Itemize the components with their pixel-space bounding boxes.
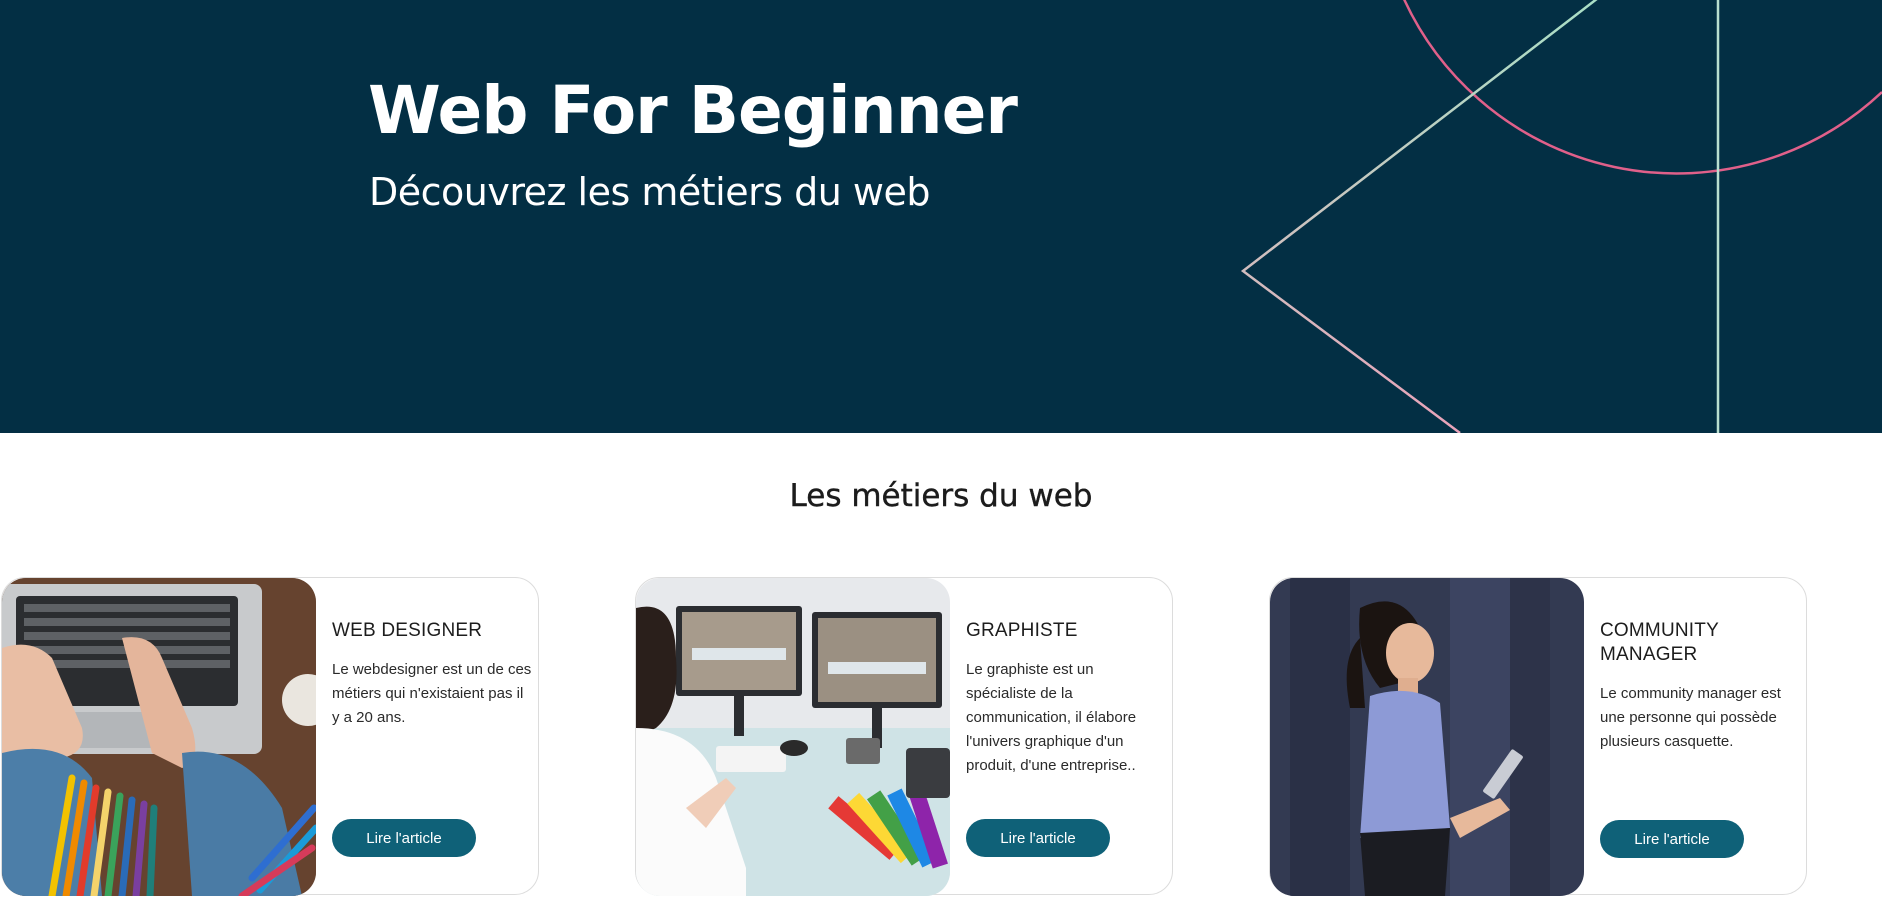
card-community-manager: COMMUNITY MANAGER Le community manager e… [1269, 577, 1807, 896]
page-subtitle: Découvrez les métiers du web [369, 170, 930, 214]
decorative-lines [1240, 0, 1882, 433]
card-web-designer: WEB DESIGNER Le webdesigner est un de ce… [1, 577, 539, 896]
section-title: Les métiers du web [789, 478, 1093, 514]
card-image-laptop [2, 578, 316, 896]
read-article-button[interactable]: Lire l'article [966, 819, 1110, 857]
read-article-button[interactable]: Lire l'article [1600, 820, 1744, 858]
card-image-designer-desk [636, 578, 950, 896]
card-description: Le community manager est une personne qu… [1600, 685, 1781, 750]
card-graphiste: GRAPHISTE Le graphiste est un spécialist… [635, 577, 1173, 896]
hero-banner: Web For Beginner Découvrez les métiers d… [0, 0, 1882, 433]
card-title: COMMUNITY MANAGER [1600, 620, 1719, 665]
page-title: Web For Beginner [368, 72, 1018, 149]
card-description: Le webdesigner est un de ces métiers qui… [332, 661, 532, 726]
card-description: Le graphiste est un spécialiste de la co… [966, 661, 1137, 774]
card-image-woman-tablet [1270, 578, 1584, 896]
decorative-circle-arc [1403, 0, 1882, 175]
card-title: GRAPHISTE [966, 620, 1078, 641]
card-title: WEB DESIGNER [332, 620, 483, 641]
decorative-triangle [1240, 0, 1598, 433]
read-article-button[interactable]: Lire l'article [332, 819, 476, 857]
